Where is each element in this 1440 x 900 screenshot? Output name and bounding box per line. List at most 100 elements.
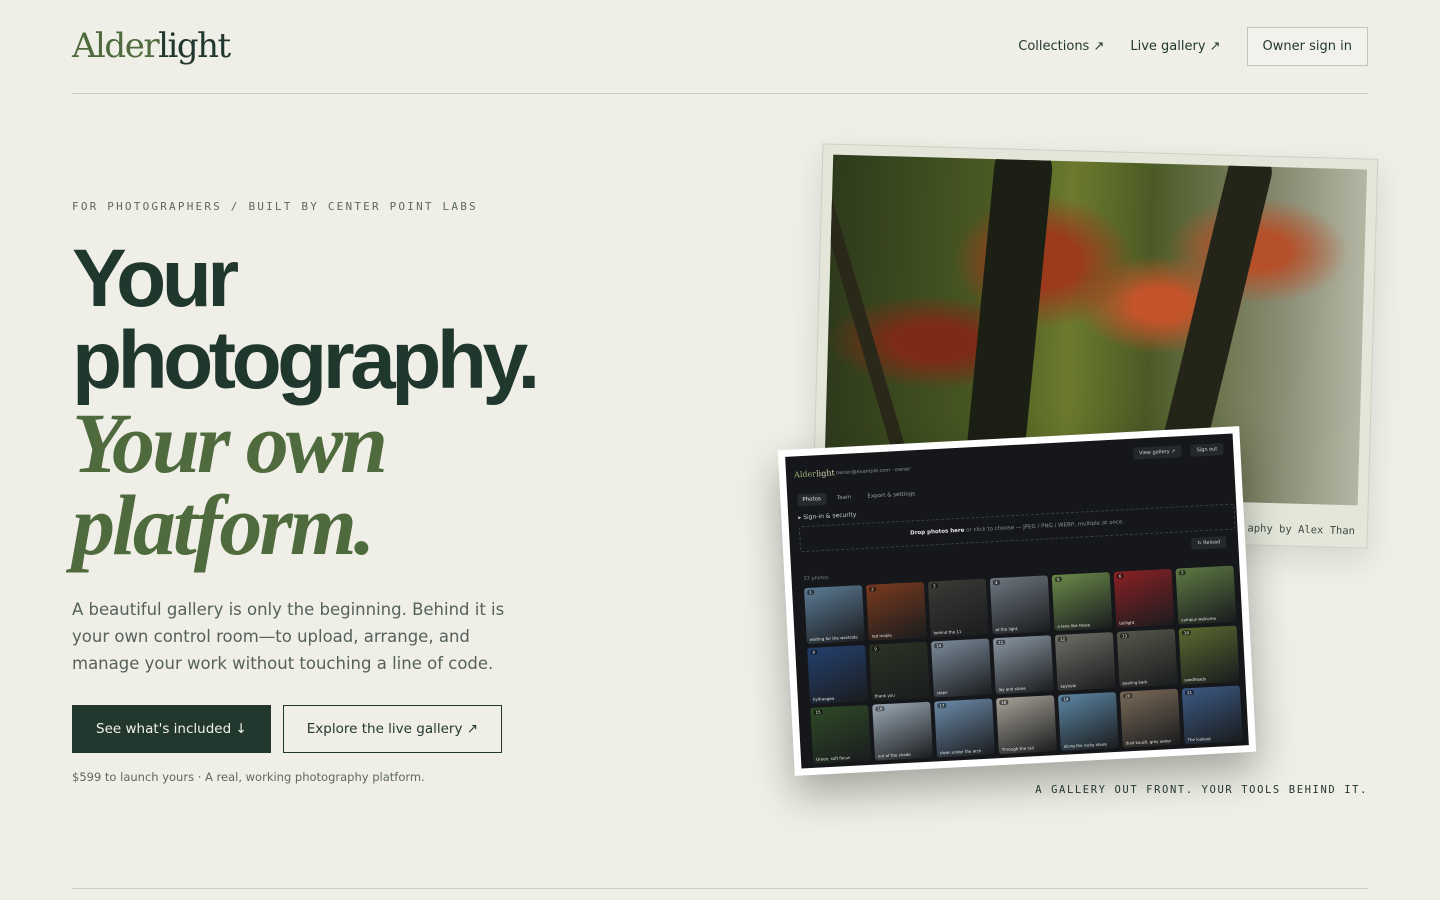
top-nav: Collections ↗ Live gallery ↗ Owner sign … — [1018, 27, 1368, 66]
admin-sign-out-button: Sign out — [1190, 443, 1224, 457]
thumbnail-caption: red maple — [871, 632, 893, 639]
thumbnail-number: 14 — [1181, 629, 1192, 636]
headline-line-2: photography. — [72, 315, 540, 406]
headline-line-1: Your — [72, 233, 239, 324]
thumbnail-number: 15 — [813, 709, 823, 715]
admin-photo-thumbnail: 12 keyhole — [1054, 632, 1116, 691]
admin-photo-grid: 1 waiting for the westside 2 red maple 3 behi… — [804, 565, 1249, 764]
site-logo[interactable]: Alderlight — [72, 26, 231, 66]
admin-view-gallery-button: View gallery ↗ — [1132, 445, 1182, 460]
thumbnail-number: 11 — [996, 639, 1006, 646]
thumbnail-number: 7 — [1178, 570, 1186, 576]
admin-photo-thumbnail: 17 clean under the arch — [934, 698, 995, 758]
admin-preview-screen: Alderlight owner@example.com · owner Vie… — [785, 433, 1249, 769]
explore-live-gallery-button[interactable]: Explore the live gallery ↗ — [282, 705, 503, 753]
thumbnail-caption: behind the 11 — [933, 628, 962, 636]
nav-collections-link[interactable]: Collections ↗ — [1018, 28, 1104, 66]
thumbnail-number: 4 — [992, 579, 1000, 586]
admin-photo-thumbnail: 4 at the light — [989, 575, 1051, 635]
thumbnail-number: 6 — [1116, 573, 1124, 579]
thumbnail-number: 3 — [930, 583, 938, 589]
thumbnail-number: 2 — [869, 586, 876, 592]
admin-photo-count: 37 photos — [803, 574, 829, 583]
logo-part-alder: Alder — [72, 26, 160, 66]
thumbnail-number: 5 — [1054, 576, 1062, 582]
admin-tab-team: Team — [836, 494, 852, 502]
hero-lede: A beautiful gallery is only the beginnin… — [72, 600, 505, 673]
hero-eyebrow: FOR PHOTOGRAPHERS / BUILT BY CENTER POIN… — [72, 200, 478, 213]
admin-security-section: ▸ Sign-in & security — [798, 511, 857, 522]
thumbnail-caption: Through the rail — [1001, 745, 1034, 752]
headline-line-4: platform. — [72, 477, 375, 573]
admin-photo-thumbnail: 16 out of the shade — [872, 701, 934, 761]
admin-photo-thumbnail: 3 behind the 11 — [927, 578, 989, 638]
headline-line-3: Your own — [72, 395, 388, 491]
logo-part-light: light — [158, 26, 231, 66]
thumbnail-caption: at the light — [995, 626, 1018, 633]
thumbnail-caption: along the rocky shore — [1063, 741, 1108, 749]
photo-credit-caption: aphy by Alex Than — [1247, 522, 1356, 538]
thumbnail-number: 17 — [937, 702, 947, 709]
thumbnail-caption: waiting for the westside — [809, 634, 858, 642]
hero-headline: Your photography. Your own platform. — [72, 233, 672, 573]
thumbnail-caption: lay and stone — [998, 685, 1026, 693]
admin-photo-thumbnail: 13 peeling bark — [1116, 628, 1178, 688]
admin-photo-thumbnail: 11 lay and stone — [992, 635, 1054, 695]
site-header: Alderlight Collections ↗ Live gallery ↗ … — [72, 0, 1368, 94]
thumbnail-number: 13 — [1119, 633, 1130, 639]
section-divider — [72, 888, 1368, 889]
thumbnail-caption: dust kuuzil, grey water — [1125, 738, 1172, 746]
nav-live-gallery-link[interactable]: Live gallery ↗ — [1130, 28, 1220, 66]
price-note: $599 to launch yours · A real, working p… — [72, 770, 425, 784]
admin-photo-thumbnail: 7 campus welcome — [1175, 565, 1237, 625]
admin-logo-part-1: Alder — [793, 469, 817, 480]
owner-sign-in-button[interactable]: Owner sign in — [1246, 27, 1368, 66]
admin-user-email: owner@example.com · owner — [835, 466, 911, 477]
admin-photo-thumbnail: 20 dust kuuzil, grey water — [1119, 688, 1181, 748]
admin-photo-thumbnail: 8 hydrangea — [807, 645, 869, 704]
admin-photo-thumbnail: 6 taillight — [1113, 568, 1175, 628]
thumbnail-caption: seedheads — [1184, 676, 1207, 683]
thumbnail-caption: Green, soft focus — [815, 754, 851, 762]
see-whats-included-button[interactable]: See what's included ↓ — [72, 705, 271, 753]
admin-photo-thumbnail: 15 Green, soft focus — [810, 704, 872, 764]
admin-logo: Alderlight — [794, 468, 835, 479]
thumbnail-caption: campus welcome — [1181, 615, 1217, 623]
thumbnail-caption: hydrangea — [812, 695, 835, 702]
thumbnail-number: 1 — [807, 589, 814, 595]
thumbnail-caption: thank you — [874, 692, 895, 699]
admin-tab-export-settings: Export & settings — [867, 491, 916, 500]
thumbnail-number: 18 — [999, 699, 1009, 706]
admin-photo-thumbnail: 5 a lane like these — [1051, 572, 1113, 632]
thumbnail-caption: a lane like these — [1057, 622, 1091, 629]
hero-cta-row: See what's included ↓ Explore the live g… — [72, 705, 503, 753]
admin-photo-thumbnail: 10 steps — [931, 638, 992, 698]
admin-dropzone-bold: Drop photos here — [910, 527, 965, 537]
thumbnail-number: 10 — [934, 642, 944, 649]
admin-photo-thumbnail: 21 The lookout — [1181, 685, 1243, 745]
thumbnail-number: 19 — [1061, 696, 1071, 702]
thumbnail-number: 12 — [1057, 636, 1068, 642]
thumbnail-number: 21 — [1184, 689, 1195, 696]
admin-dropzone: Drop photos here or click to choose — JP… — [798, 503, 1236, 553]
admin-reload-button: ↻ Reload — [1191, 535, 1227, 550]
showcase-tagline: A GALLERY OUT FRONT. YOUR TOOLS BEHIND I… — [1035, 784, 1368, 796]
thumbnail-caption: steps — [936, 689, 948, 696]
admin-photo-thumbnail: 14 seedheads — [1178, 625, 1240, 685]
thumbnail-caption: clean under the arch — [939, 748, 982, 756]
thumbnail-number: 8 — [810, 649, 818, 655]
admin-tab-photos: Photos — [797, 492, 827, 507]
admin-tabs: Photos Team Export & settings — [797, 488, 920, 507]
admin-photo-thumbnail: 18 Through the rail — [996, 695, 1057, 755]
thumbnail-number: 20 — [1122, 693, 1133, 699]
photo-branch — [823, 189, 915, 482]
admin-dropzone-text: or click to choose — JPEG / PNG / WEBP, … — [964, 519, 1125, 534]
admin-logo-part-2: light — [815, 468, 835, 479]
admin-photo-thumbnail: 9 thank you — [869, 641, 930, 701]
admin-dashboard-preview: Alderlight owner@example.com · owner Vie… — [777, 426, 1257, 776]
admin-photo-thumbnail: 19 along the rocky shore — [1057, 691, 1119, 751]
thumbnail-caption: keyhole — [1060, 683, 1077, 689]
thumbnail-number: 9 — [872, 646, 879, 652]
thumbnail-caption: out of the shade — [877, 751, 911, 759]
thumbnail-caption: peeling bark — [1122, 679, 1148, 686]
